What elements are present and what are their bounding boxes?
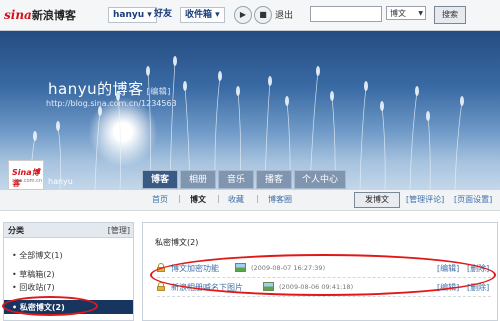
logo-text: 新浪博客 bbox=[31, 9, 76, 22]
sidebar-item-label: • 草稿箱(2) bbox=[12, 270, 55, 279]
sidebar-header: 分类 [管理] bbox=[4, 223, 133, 238]
manage-categories-link[interactable]: [管理] bbox=[108, 225, 130, 236]
subnav-blog-circle[interactable]: 博客圈 bbox=[268, 194, 292, 205]
username: hanyu bbox=[48, 177, 73, 186]
sidebar-title: 分类 bbox=[8, 226, 24, 235]
tab-blog[interactable]: 博客 bbox=[142, 170, 178, 189]
manage-comments-link[interactable]: [管理评论] bbox=[406, 194, 444, 205]
tab-album[interactable]: 相册 bbox=[180, 170, 216, 189]
sina-blog-logo[interactable]: sina新浪博客 bbox=[4, 7, 76, 23]
avatar-subtext: sina.com.cn bbox=[12, 178, 43, 184]
blog-title-text: hanyu的博客 bbox=[48, 80, 144, 98]
tab-personal-center[interactable]: 个人中心 bbox=[294, 170, 346, 189]
subnav-favorites[interactable]: 收藏 bbox=[228, 194, 244, 205]
grass-illustration bbox=[29, 56, 464, 191]
tab-podcast[interactable]: 播客 bbox=[256, 170, 292, 189]
sidebar-item-all-posts[interactable]: • 全部博文(1) bbox=[4, 249, 133, 261]
annotation-ellipse-private bbox=[2, 296, 98, 316]
sidebar-item-recycle-bin[interactable]: • 回收站(7) bbox=[4, 281, 133, 293]
subnav-home[interactable]: 首页 bbox=[152, 194, 168, 205]
annotation-ellipse-posts bbox=[150, 254, 496, 296]
subnav-separator: | bbox=[217, 194, 220, 203]
sidebar-item-label: • 全部博文(1) bbox=[12, 251, 63, 260]
blog-title: hanyu的博客 [编辑] bbox=[48, 78, 171, 99]
friends-link[interactable]: 好友 bbox=[150, 7, 176, 21]
edit-title-link[interactable]: [编辑] bbox=[147, 87, 171, 96]
search-type-select[interactable]: 博文 ▼ bbox=[386, 6, 426, 20]
avatar[interactable]: Sina博客 sina.com.cn bbox=[8, 160, 44, 190]
subnav-posts[interactable]: 博文 bbox=[190, 194, 206, 205]
page-settings-link[interactable]: [页面设置] bbox=[454, 194, 492, 205]
stop-icon[interactable]: ■ bbox=[254, 6, 272, 24]
sidebar-item-label: • 回收站(7) bbox=[12, 283, 55, 292]
play-icon[interactable]: ▶ bbox=[234, 6, 252, 24]
search-type-value: 博文 bbox=[390, 9, 406, 18]
panel-title: 私密博文(2) bbox=[155, 238, 199, 247]
chevron-down-icon: ▼ bbox=[418, 10, 423, 17]
inbox-menu-button[interactable]: 收件箱 ▾ bbox=[180, 7, 225, 23]
top-bar: sina新浪博客 hanyu ▾ 好友 收件箱 ▾ ▶ ■ 退出 博文 ▼ 搜索 bbox=[0, 0, 500, 31]
sub-navigation: 首页 | 博文 | 收藏 | 博客圈 发博文 [管理评论] [页面设置] bbox=[0, 190, 500, 211]
row-divider bbox=[157, 296, 491, 297]
search-button[interactable]: 搜索 bbox=[434, 6, 466, 24]
publish-post-button[interactable]: 发博文 bbox=[354, 192, 400, 208]
tab-music[interactable]: 音乐 bbox=[218, 170, 254, 189]
blog-url[interactable]: http://blog.sina.com.cn/1234​5​6​3 bbox=[46, 99, 177, 108]
blog-banner: hanyu的博客 [编辑] http://blog.sina.com.cn/123… bbox=[0, 31, 500, 191]
logo-sina: sina bbox=[4, 8, 32, 22]
search-input[interactable] bbox=[310, 6, 382, 22]
subnav-separator: | bbox=[256, 194, 259, 203]
sidebar-item-drafts[interactable]: • 草稿箱(2) bbox=[4, 268, 133, 280]
subnav-separator: | bbox=[178, 194, 181, 203]
logout-link[interactable]: 退出 bbox=[275, 8, 293, 21]
